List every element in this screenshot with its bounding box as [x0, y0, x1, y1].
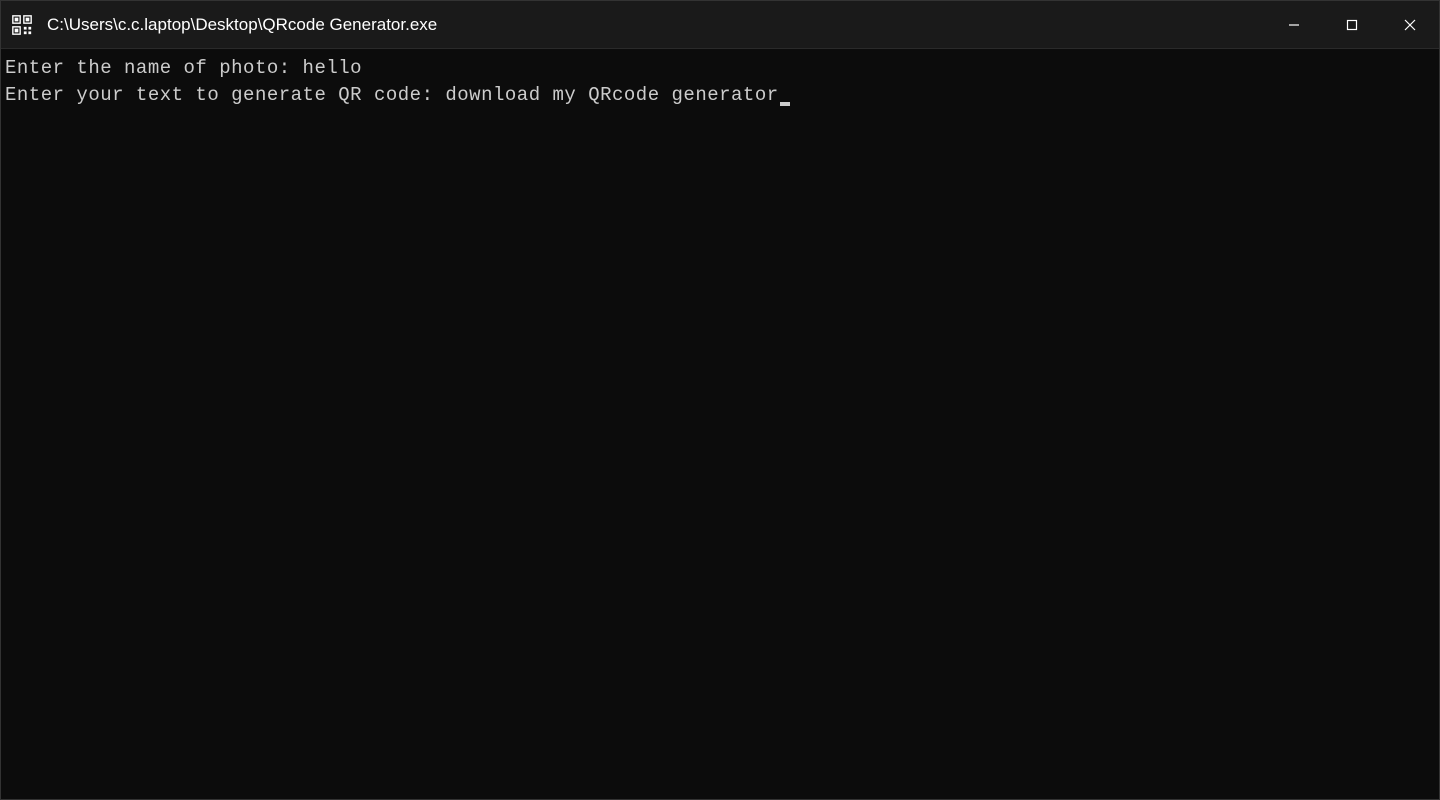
user-input-text: download my QRcode generator: [445, 84, 778, 106]
close-icon: [1404, 19, 1416, 31]
titlebar[interactable]: C:\Users\c.c.laptop\Desktop\QRcode Gener…: [1, 1, 1439, 49]
window-title: C:\Users\c.c.laptop\Desktop\QRcode Gener…: [47, 15, 437, 35]
minimize-button[interactable]: [1265, 1, 1323, 48]
app-icon: [11, 14, 33, 36]
maximize-icon: [1346, 19, 1358, 31]
text-cursor: [780, 102, 790, 106]
terminal-line: Enter the name of photo: hello: [5, 55, 1435, 82]
close-button[interactable]: [1381, 1, 1439, 48]
minimize-icon: [1288, 19, 1300, 31]
maximize-button[interactable]: [1323, 1, 1381, 48]
user-input-text: hello: [303, 57, 363, 79]
prompt-text: Enter your text to generate QR code:: [5, 84, 445, 106]
prompt-text: Enter the name of photo:: [5, 57, 303, 79]
window-controls: [1265, 1, 1439, 48]
titlebar-left: C:\Users\c.c.laptop\Desktop\QRcode Gener…: [11, 14, 437, 36]
terminal-line: Enter your text to generate QR code: dow…: [5, 82, 1435, 109]
terminal-output[interactable]: Enter the name of photo: helloEnter your…: [1, 49, 1439, 114]
